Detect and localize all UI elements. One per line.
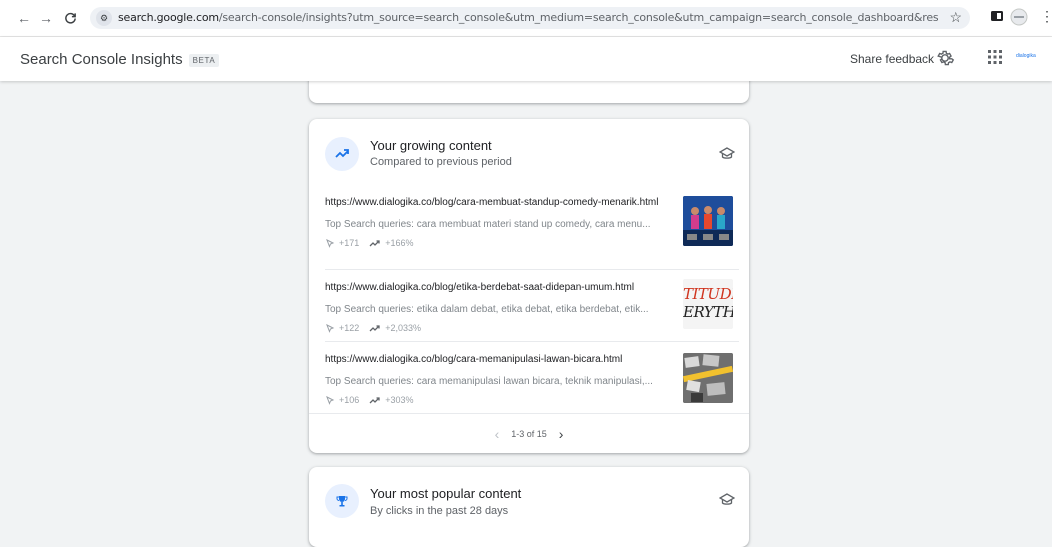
pagination-label: 1-3 of 15 xyxy=(511,429,547,439)
beta-badge: BETA xyxy=(188,53,220,67)
trend-icon xyxy=(369,397,380,404)
browser-menu-icon[interactable]: ⋮ xyxy=(1040,8,1052,25)
profile-icon[interactable] xyxy=(1010,8,1028,31)
page-url[interactable]: https://www.dialogika.co/blog/cara-meman… xyxy=(325,353,670,366)
settings-gear-icon[interactable] xyxy=(934,47,956,69)
card-subtitle: By clicks in the past 28 days xyxy=(370,505,509,517)
divider xyxy=(325,341,739,342)
account-logo[interactable]: dialogika xyxy=(1016,53,1036,59)
growth-value: +303% xyxy=(385,395,414,405)
trend-icon xyxy=(369,240,380,247)
growth-value: +166% xyxy=(385,238,414,248)
list-item[interactable]: https://www.dialogika.co/blog/etika-berd… xyxy=(325,279,733,347)
google-apps-icon[interactable] xyxy=(987,49,1005,67)
site-info-icon[interactable]: ⚙ xyxy=(96,10,112,26)
app-header: Search Console Insights BETA Share feedba… xyxy=(0,37,1052,81)
thumbnail-image: TITUDE ERYTHI xyxy=(683,279,733,329)
clicks-value: +171 xyxy=(339,238,360,248)
url-text: search.google.com/search-console/insight… xyxy=(118,11,938,24)
browser-toolbar: ← → ⚙ search.google.com/search-console/i… xyxy=(0,0,1052,37)
pagination: ‹ 1-3 of 15 › xyxy=(309,413,749,454)
thumbnail-text-top: TITUDE xyxy=(683,285,733,303)
prev-page-icon[interactable]: ‹ xyxy=(495,426,500,442)
trend-icon xyxy=(369,325,380,332)
item-stats: +122 +2,033% xyxy=(325,323,733,333)
back-icon[interactable]: ← xyxy=(14,8,34,28)
top-queries: Top Search queries: cara memanipulasi la… xyxy=(325,376,653,387)
forward-icon[interactable]: → xyxy=(36,8,56,28)
clicks-icon xyxy=(326,323,335,333)
card-subtitle: Compared to previous period xyxy=(370,156,512,168)
trending-up-icon xyxy=(325,137,359,171)
list-item[interactable]: https://www.dialogika.co/blog/cara-membu… xyxy=(325,196,733,262)
list-item[interactable]: https://www.dialogika.co/blog/cara-meman… xyxy=(325,353,733,413)
item-stats: +106 +303% xyxy=(325,395,733,405)
trophy-icon xyxy=(325,484,359,518)
top-queries: Top Search queries: etika dalam debat, e… xyxy=(325,304,649,315)
sidepanel-icon[interactable] xyxy=(990,9,1004,28)
top-queries: Top Search queries: cara membuat materi … xyxy=(325,219,651,230)
learn-more-icon[interactable] xyxy=(718,493,737,509)
card-title: Your most popular content xyxy=(370,486,522,501)
page-url[interactable]: https://www.dialogika.co/blog/etika-berd… xyxy=(325,281,670,294)
reload-icon[interactable] xyxy=(60,8,80,28)
clicks-value: +122 xyxy=(339,323,360,333)
thumbnail-image xyxy=(683,353,733,403)
popular-content-card: Your most popular content By clicks in t… xyxy=(309,467,749,547)
growing-content-card: Your growing content Compared to previou… xyxy=(309,119,749,453)
card-title: Your growing content xyxy=(370,138,492,153)
thumbnail-text-bottom: ERYTHI xyxy=(683,303,733,321)
growth-value: +2,033% xyxy=(385,323,422,333)
clicks-icon xyxy=(326,395,335,405)
clicks-value: +106 xyxy=(339,395,360,405)
divider xyxy=(325,269,739,270)
share-feedback-button[interactable]: Share feedback xyxy=(850,52,934,66)
page-title: Search Console Insights BETA xyxy=(20,51,220,68)
clicks-icon xyxy=(326,238,335,248)
learn-more-icon[interactable] xyxy=(718,147,737,163)
address-bar[interactable]: ⚙ search.google.com/search-console/insig… xyxy=(90,7,970,29)
bookmark-star-icon[interactable]: ☆ xyxy=(949,9,962,26)
page-url[interactable]: https://www.dialogika.co/blog/cara-membu… xyxy=(325,196,670,209)
item-stats: +171 +166% xyxy=(325,238,733,248)
next-page-icon[interactable]: › xyxy=(559,426,564,442)
thumbnail-image xyxy=(683,196,733,246)
